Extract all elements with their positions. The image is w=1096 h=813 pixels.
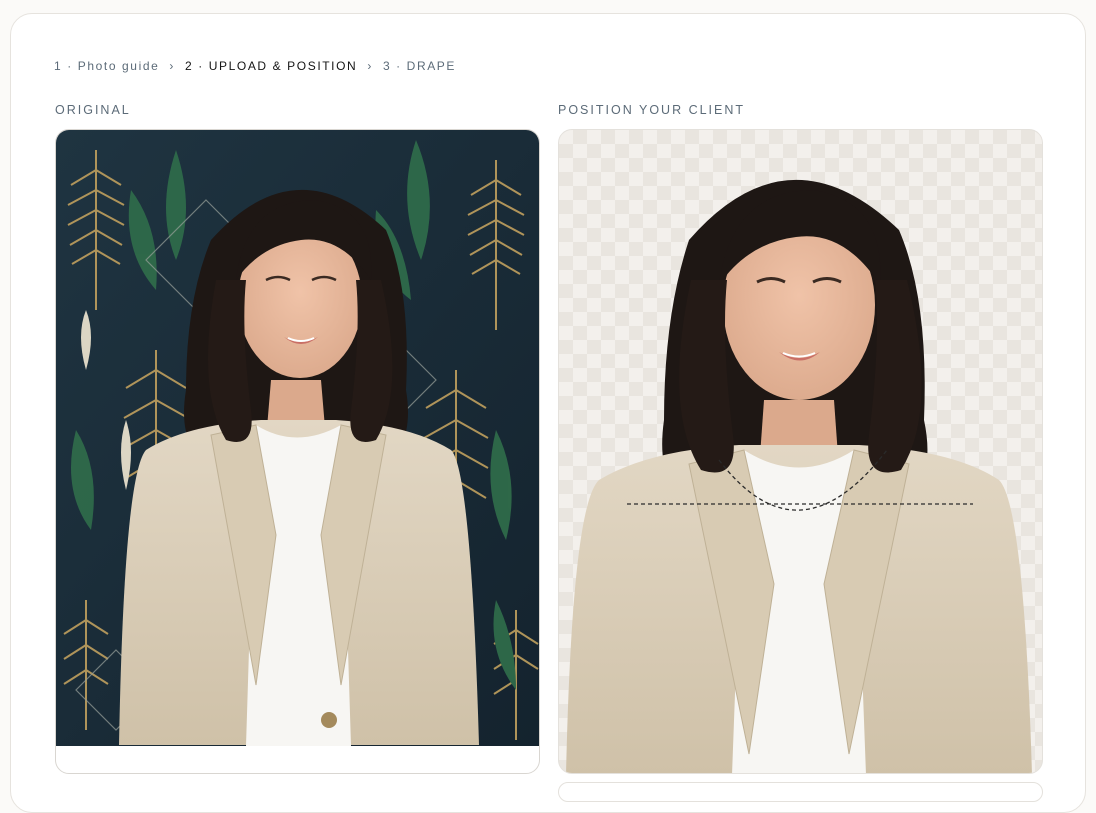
original-label: ORIGINAL [55, 103, 131, 117]
position-canvas[interactable] [558, 129, 1043, 774]
step-photo-guide[interactable]: 1 · Photo guide [54, 59, 159, 73]
position-label: POSITION YOUR CLIENT [558, 103, 746, 117]
chevron-right-icon: › [367, 59, 373, 73]
chevron-right-icon: › [169, 59, 176, 73]
step-upload-position[interactable]: 2 · UPLOAD & POSITION [185, 59, 357, 73]
original-photo [56, 130, 539, 746]
controls-panel [558, 782, 1043, 802]
original-photo-panel [55, 129, 540, 774]
client-cutout[interactable] [566, 179, 1032, 774]
step-drape[interactable]: 3 · DRAPE [383, 59, 456, 73]
step-breadcrumb: 1 · Photo guide › 2 · UPLOAD & POSITION … [54, 59, 456, 73]
